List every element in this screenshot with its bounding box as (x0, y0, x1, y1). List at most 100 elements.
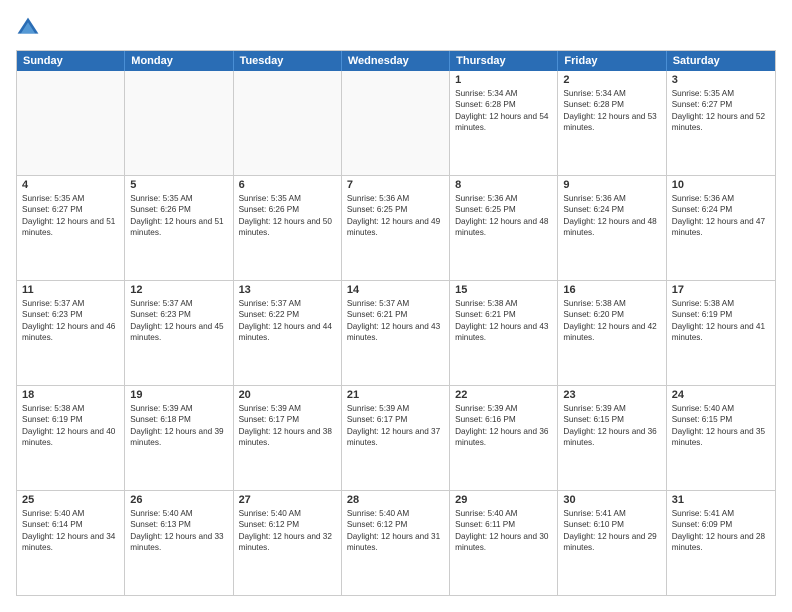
daylight-text: Daylight: 12 hours and 33 minutes. (130, 531, 227, 554)
sunrise-text: Sunrise: 5:34 AM (455, 88, 552, 99)
daylight-text: Daylight: 12 hours and 36 minutes. (455, 426, 552, 449)
sunset-text: Sunset: 6:21 PM (455, 309, 552, 320)
day-number: 30 (563, 494, 660, 506)
calendar-cell-19: 19Sunrise: 5:39 AMSunset: 6:18 PMDayligh… (125, 386, 233, 490)
day-number: 19 (130, 389, 227, 401)
calendar-week-2: 4Sunrise: 5:35 AMSunset: 6:27 PMDaylight… (17, 176, 775, 281)
calendar-week-3: 11Sunrise: 5:37 AMSunset: 6:23 PMDayligh… (17, 281, 775, 386)
day-number: 18 (22, 389, 119, 401)
day-number: 12 (130, 284, 227, 296)
sunrise-text: Sunrise: 5:36 AM (455, 193, 552, 204)
calendar-header-tuesday: Tuesday (234, 51, 342, 71)
daylight-text: Daylight: 12 hours and 31 minutes. (347, 531, 444, 554)
sunrise-text: Sunrise: 5:40 AM (347, 508, 444, 519)
daylight-text: Daylight: 12 hours and 36 minutes. (563, 426, 660, 449)
sunset-text: Sunset: 6:14 PM (22, 519, 119, 530)
calendar-cell-17: 17Sunrise: 5:38 AMSunset: 6:19 PMDayligh… (667, 281, 775, 385)
daylight-text: Daylight: 12 hours and 28 minutes. (672, 531, 770, 554)
calendar-body: 1Sunrise: 5:34 AMSunset: 6:28 PMDaylight… (17, 71, 775, 595)
daylight-text: Daylight: 12 hours and 35 minutes. (672, 426, 770, 449)
day-number: 24 (672, 389, 770, 401)
calendar-header-wednesday: Wednesday (342, 51, 450, 71)
sunset-text: Sunset: 6:28 PM (563, 99, 660, 110)
sunset-text: Sunset: 6:21 PM (347, 309, 444, 320)
daylight-text: Daylight: 12 hours and 51 minutes. (22, 216, 119, 239)
daylight-text: Daylight: 12 hours and 43 minutes. (455, 321, 552, 344)
sunset-text: Sunset: 6:18 PM (130, 414, 227, 425)
calendar-cell-31: 31Sunrise: 5:41 AMSunset: 6:09 PMDayligh… (667, 491, 775, 595)
sunset-text: Sunset: 6:12 PM (347, 519, 444, 530)
sunrise-text: Sunrise: 5:37 AM (130, 298, 227, 309)
calendar-cell-4: 4Sunrise: 5:35 AMSunset: 6:27 PMDaylight… (17, 176, 125, 280)
daylight-text: Daylight: 12 hours and 52 minutes. (672, 111, 770, 134)
calendar-cell-14: 14Sunrise: 5:37 AMSunset: 6:21 PMDayligh… (342, 281, 450, 385)
sunrise-text: Sunrise: 5:36 AM (672, 193, 770, 204)
sunrise-text: Sunrise: 5:39 AM (455, 403, 552, 414)
day-number: 2 (563, 74, 660, 86)
daylight-text: Daylight: 12 hours and 53 minutes. (563, 111, 660, 134)
calendar-header-monday: Monday (125, 51, 233, 71)
page: SundayMondayTuesdayWednesdayThursdayFrid… (0, 0, 792, 612)
daylight-text: Daylight: 12 hours and 50 minutes. (239, 216, 336, 239)
logo (16, 16, 44, 40)
calendar-header: SundayMondayTuesdayWednesdayThursdayFrid… (17, 51, 775, 71)
day-number: 27 (239, 494, 336, 506)
sunrise-text: Sunrise: 5:38 AM (672, 298, 770, 309)
daylight-text: Daylight: 12 hours and 49 minutes. (347, 216, 444, 239)
calendar-cell-11: 11Sunrise: 5:37 AMSunset: 6:23 PMDayligh… (17, 281, 125, 385)
calendar-cell-18: 18Sunrise: 5:38 AMSunset: 6:19 PMDayligh… (17, 386, 125, 490)
calendar-cell-24: 24Sunrise: 5:40 AMSunset: 6:15 PMDayligh… (667, 386, 775, 490)
sunset-text: Sunset: 6:10 PM (563, 519, 660, 530)
sunrise-text: Sunrise: 5:38 AM (22, 403, 119, 414)
calendar-cell-2: 2 Sunrise: 5:34 AMSunset: 6:28 PMDaylight… (558, 71, 666, 175)
daylight-text: Daylight: 12 hours and 47 minutes. (672, 216, 770, 239)
day-number: 6 (239, 179, 336, 191)
sunrise-text: Sunrise: 5:35 AM (239, 193, 336, 204)
calendar-cell-empty-0 (17, 71, 125, 175)
sunrise-text: Sunrise: 5:39 AM (347, 403, 444, 414)
daylight-text: Daylight: 12 hours and 44 minutes. (239, 321, 336, 344)
day-number: 15 (455, 284, 552, 296)
sunrise-text: Sunrise: 5:36 AM (347, 193, 444, 204)
daylight-text: Daylight: 12 hours and 30 minutes. (455, 531, 552, 554)
calendar-week-5: 25Sunrise: 5:40 AMSunset: 6:14 PMDayligh… (17, 491, 775, 595)
calendar-header-friday: Friday (558, 51, 666, 71)
sunset-text: Sunset: 6:27 PM (22, 204, 119, 215)
sunset-text: Sunset: 6:24 PM (672, 204, 770, 215)
sunset-text: Sunset: 6:19 PM (672, 309, 770, 320)
calendar-cell-12: 12Sunrise: 5:37 AMSunset: 6:23 PMDayligh… (125, 281, 233, 385)
day-number: 8 (455, 179, 552, 191)
sunset-text: Sunset: 6:25 PM (455, 204, 552, 215)
sunrise-text: Sunrise: 5:40 AM (455, 508, 552, 519)
calendar-cell-28: 28 Sunrise: 5:40 AMSunset: 6:12 PMDayligh… (342, 491, 450, 595)
calendar-cell-20: 20Sunrise: 5:39 AMSunset: 6:17 PMDayligh… (234, 386, 342, 490)
day-number: 10 (672, 179, 770, 191)
day-number: 22 (455, 389, 552, 401)
daylight-text: Daylight: 12 hours and 45 minutes. (130, 321, 227, 344)
calendar-cell-6: 6Sunrise: 5:35 AMSunset: 6:26 PMDaylight… (234, 176, 342, 280)
daylight-text: Daylight: 12 hours and 43 minutes. (347, 321, 444, 344)
calendar-cell-8: 8Sunrise: 5:36 AMSunset: 6:25 PMDaylight… (450, 176, 558, 280)
calendar-cell-29: 29Sunrise: 5:40 AMSunset: 6:11 PMDayligh… (450, 491, 558, 595)
sunrise-text: Sunrise: 5:40 AM (239, 508, 336, 519)
sunset-text: Sunset: 6:24 PM (563, 204, 660, 215)
sunset-text: Sunset: 6:26 PM (130, 204, 227, 215)
daylight-text: Daylight: 12 hours and 40 minutes. (22, 426, 119, 449)
calendar-cell-26: 26Sunrise: 5:40 AMSunset: 6:13 PMDayligh… (125, 491, 233, 595)
day-number: 7 (347, 179, 444, 191)
sunset-text: Sunset: 6:22 PM (239, 309, 336, 320)
sunset-text: Sunset: 6:12 PM (239, 519, 336, 530)
calendar: SundayMondayTuesdayWednesdayThursdayFrid… (16, 50, 776, 596)
sunrise-text: Sunrise: 5:34 AM (563, 88, 660, 99)
calendar-cell-23: 23Sunrise: 5:39 AMSunset: 6:15 PMDayligh… (558, 386, 666, 490)
day-number: 28 (347, 494, 444, 506)
calendar-cell-10: 10 Sunrise: 5:36 AMSunset: 6:24 PMDayligh… (667, 176, 775, 280)
daylight-text: Daylight: 12 hours and 41 minutes. (672, 321, 770, 344)
calendar-cell-empty-3 (342, 71, 450, 175)
sunset-text: Sunset: 6:28 PM (455, 99, 552, 110)
calendar-cell-21: 21Sunrise: 5:39 AMSunset: 6:17 PMDayligh… (342, 386, 450, 490)
sunset-text: Sunset: 6:09 PM (672, 519, 770, 530)
day-number: 20 (239, 389, 336, 401)
sunset-text: Sunset: 6:16 PM (455, 414, 552, 425)
sunrise-text: Sunrise: 5:40 AM (22, 508, 119, 519)
